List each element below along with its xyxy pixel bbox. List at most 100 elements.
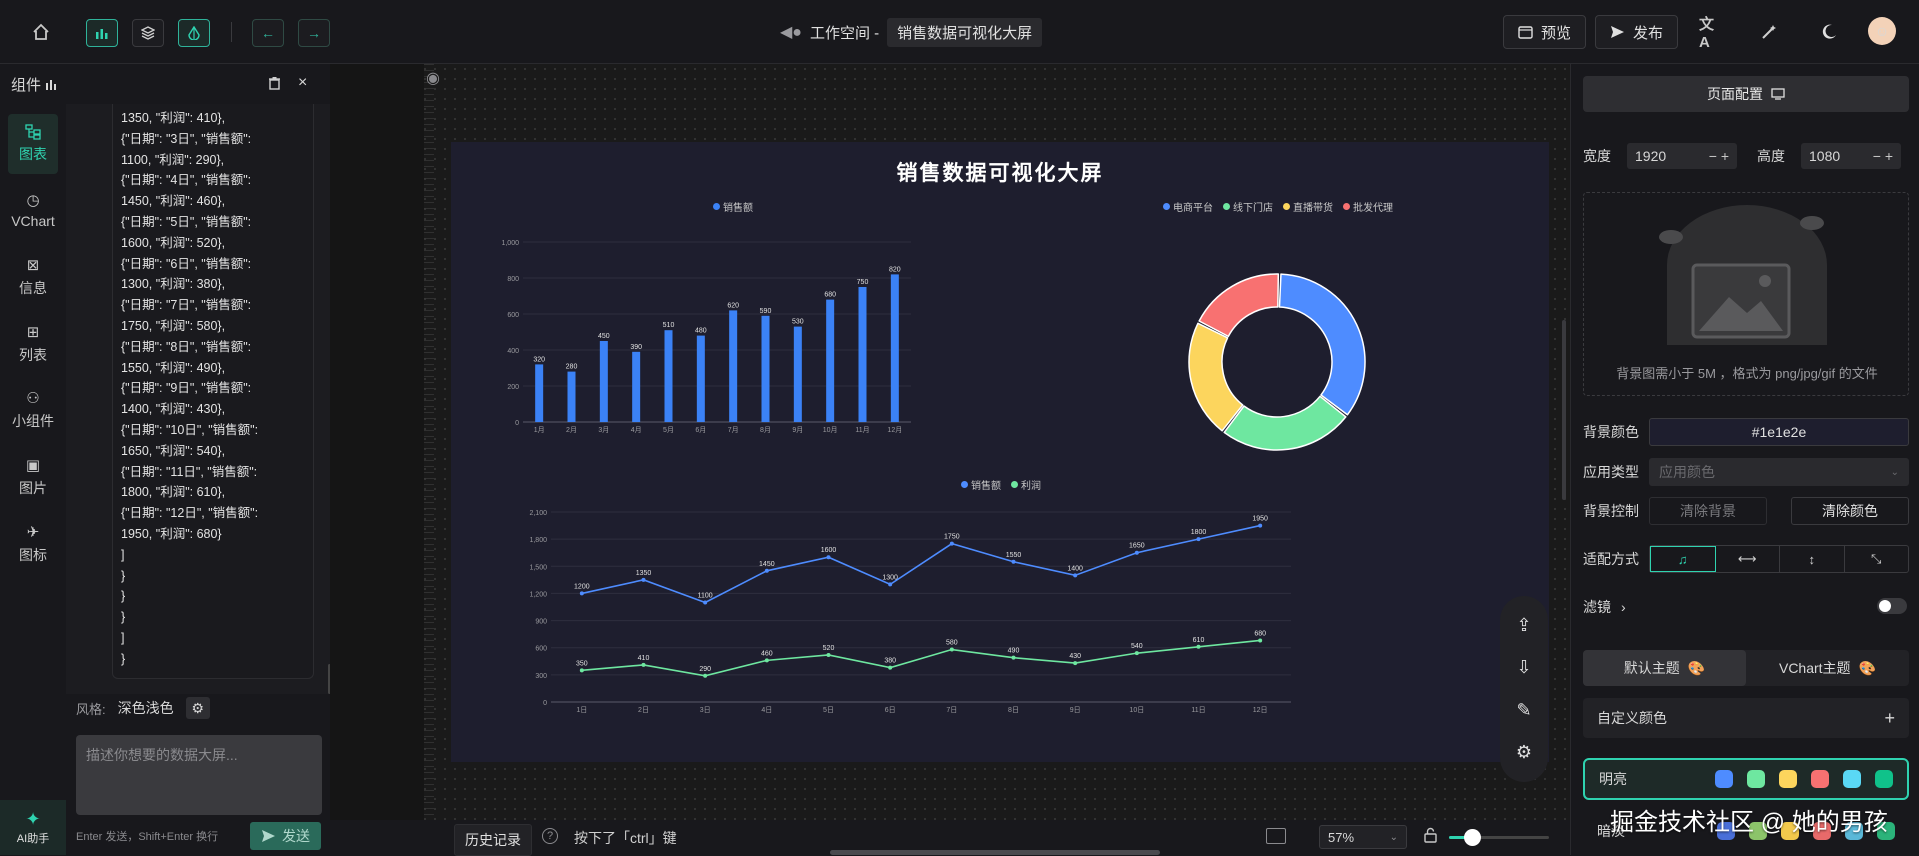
legend-item[interactable]: 直播带货: [1283, 199, 1333, 214]
custom-color-row[interactable]: 自定义颜色 +: [1583, 698, 1909, 738]
code-line: {"日期": "9日", "销售额":: [121, 381, 252, 396]
send-button[interactable]: 发送: [250, 822, 321, 850]
page-config-tab[interactable]: 页面配置: [1583, 76, 1909, 112]
theme-drop-button[interactable]: [178, 19, 210, 47]
tab-vchart-theme[interactable]: VChart主题 🎨: [1746, 650, 1909, 686]
fit-full-option[interactable]: ⤡: [1845, 546, 1909, 572]
rail-item-icons[interactable]: ✈ 图标: [8, 514, 58, 574]
legend-item[interactable]: 电商平台: [1163, 199, 1213, 214]
undo-button[interactable]: ←: [252, 19, 284, 47]
pie-slice: [1188, 322, 1244, 432]
close-icon[interactable]: ×: [298, 74, 307, 92]
help-icon[interactable]: ?: [542, 828, 558, 844]
data-point: [1011, 655, 1016, 660]
layers-button[interactable]: [132, 19, 164, 47]
publish-button[interactable]: 发布: [1595, 15, 1679, 49]
clear-bg-label: 清除背景: [1680, 503, 1736, 519]
color-swatch[interactable]: [1843, 770, 1861, 788]
bg-color-field[interactable]: #1e1e2e: [1649, 418, 1909, 446]
y-tick-label: 600: [507, 312, 519, 319]
chart-mode-button[interactable]: [86, 19, 118, 47]
rail-item-info[interactable]: ⊠ 信息: [8, 247, 58, 307]
y-tick-label: 0: [515, 420, 519, 427]
data-label: 460: [761, 650, 773, 657]
clear-color-button[interactable]: 清除颜色: [1791, 497, 1909, 525]
zoom-slider-handle[interactable]: [1463, 829, 1481, 846]
prompt-input[interactable]: 描述你想要的数据大屏...: [76, 735, 322, 815]
legend-dot: [1011, 481, 1018, 488]
zoom-select[interactable]: 57% ⌄: [1319, 825, 1407, 849]
fit-height-option[interactable]: ↕: [1780, 546, 1845, 572]
translate-icon[interactable]: 文A: [1699, 16, 1721, 51]
filter-toggle[interactable]: [1877, 598, 1907, 614]
data-point: [1258, 638, 1263, 643]
monitor-icon: [1771, 88, 1785, 100]
dashboard-screen[interactable]: 销售数据可视化大屏 销售额 0 200 400 600 800 1,000 320 1月 280…: [451, 142, 1549, 762]
bottom-bar: 历史记录 ? 按下了「ctrl」键 57% ⌄: [446, 820, 1570, 856]
rail-item-charts[interactable]: 图表: [8, 114, 58, 174]
settings-button[interactable]: ⚙: [185, 697, 210, 719]
data-label: 1800: [1191, 529, 1207, 536]
history-button[interactable]: 历史记录: [454, 824, 532, 856]
color-swatch[interactable]: [1747, 770, 1765, 788]
rail-item-list[interactable]: ⊞ 列表: [8, 314, 58, 374]
color-swatch[interactable]: [1811, 770, 1829, 788]
data-point: [949, 541, 954, 546]
rail-item-vchart[interactable]: ◷ VChart: [8, 180, 58, 240]
background-upload[interactable]: 背景图需小于 5M ，格式为 png/jpg/gif 的文件: [1583, 192, 1909, 396]
palette-light[interactable]: 明亮: [1583, 758, 1909, 800]
data-label: 1950: [1252, 516, 1268, 523]
fit-row: 适配方式: [1583, 549, 1639, 569]
color-swatch[interactable]: [1875, 770, 1893, 788]
horizontal-scrollbar[interactable]: [830, 850, 1160, 855]
legend-item[interactable]: 线下门店: [1223, 199, 1273, 214]
apply-type-select[interactable]: 应用颜色 ⌄: [1649, 458, 1909, 486]
json-code-view[interactable]: 1350, "利润": 410}, {"日期": "3日", "销售额": 1100…: [112, 104, 314, 679]
floating-toolbar: ⇪ ⇩ ✎ ⚙: [1500, 596, 1548, 782]
stepper-icon[interactable]: − +: [1709, 148, 1729, 164]
rail-item-images[interactable]: ▣ 图片: [8, 447, 58, 507]
ai-helper-button[interactable]: ✦ AI助手: [0, 800, 66, 855]
user-avatar[interactable]: ☺: [1868, 17, 1896, 45]
stepper-icon[interactable]: − +: [1873, 148, 1893, 164]
preview-button[interactable]: 预览: [1503, 15, 1587, 49]
filter-row[interactable]: 滤镜 ›: [1583, 597, 1626, 617]
share-icon[interactable]: ⇪: [1516, 615, 1531, 636]
tab-default-theme[interactable]: 默认主题 🎨: [1583, 650, 1746, 686]
magic-wand-icon[interactable]: [1758, 21, 1780, 43]
project-name[interactable]: 销售数据可视化大屏: [887, 17, 1043, 47]
legend-dot: [713, 203, 720, 210]
height-input[interactable]: 1080 − +: [1801, 143, 1901, 169]
x-tick-label: 12日: [1253, 706, 1268, 714]
moon-icon[interactable]: [1818, 21, 1840, 43]
fit-auto-option[interactable]: ♫: [1650, 546, 1716, 572]
x-tick-label: 6日: [885, 706, 896, 714]
download-icon[interactable]: ⇩: [1516, 657, 1531, 678]
plus-icon[interactable]: +: [1884, 708, 1895, 729]
legend-item[interactable]: 批发代理: [1343, 199, 1393, 214]
data-point: [641, 662, 646, 667]
data-label: 580: [946, 640, 958, 647]
color-swatch[interactable]: [1779, 770, 1797, 788]
x-tick-label: 3月: [598, 426, 609, 434]
lock-icon[interactable]: [1424, 827, 1437, 846]
color-swatch[interactable]: [1715, 770, 1733, 788]
data-label: 1100: [698, 592, 713, 599]
eye-icon[interactable]: ◉: [426, 68, 440, 88]
fit-width-option[interactable]: ⟷: [1716, 546, 1780, 572]
edit-icon[interactable]: ✎: [1516, 700, 1531, 721]
trash-icon[interactable]: [268, 76, 281, 94]
vchart-theme-label: VChart主题: [1778, 660, 1851, 676]
clear-background-button[interactable]: 清除背景: [1649, 497, 1767, 525]
canvas-scrollbar[interactable]: [1562, 320, 1566, 500]
width-input[interactable]: 1920 − +: [1627, 143, 1737, 169]
legend-item[interactable]: 销售额: [961, 477, 1001, 492]
legend-item[interactable]: 销售额: [713, 199, 753, 214]
zoom-slider[interactable]: [1449, 829, 1549, 846]
redo-button[interactable]: →: [298, 19, 330, 47]
minimap-icon[interactable]: [1266, 828, 1286, 844]
rail-item-widgets[interactable]: ⚇ 小组件: [8, 380, 58, 440]
gear-icon[interactable]: ⚙: [1516, 742, 1532, 763]
home-icon[interactable]: [30, 22, 52, 42]
legend-item[interactable]: 利润: [1011, 477, 1041, 492]
